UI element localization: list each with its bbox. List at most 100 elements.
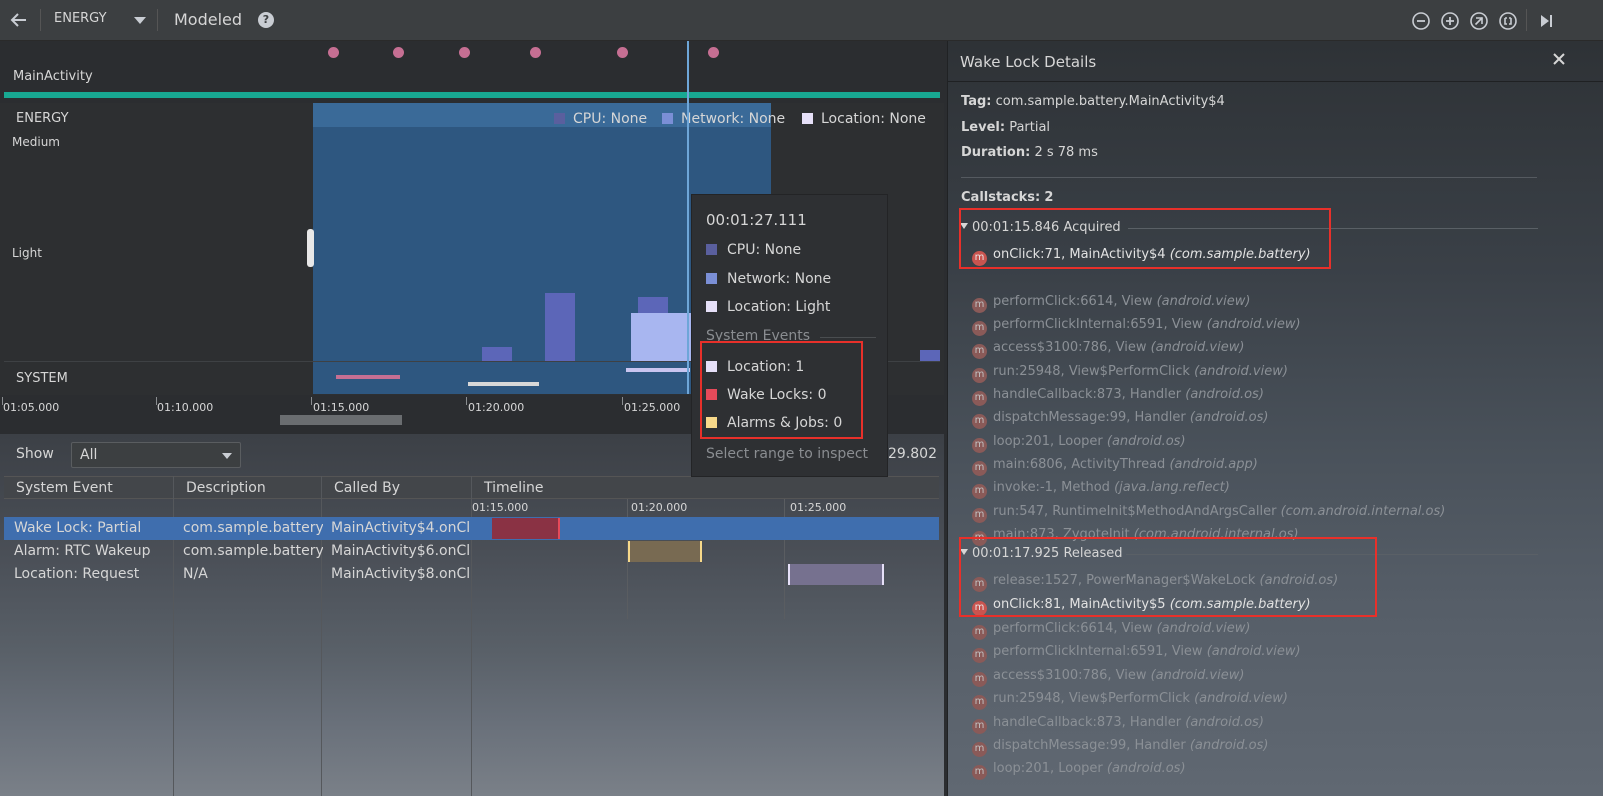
frame-method: invoke:-1, Method [993,480,1110,495]
show-filter-select[interactable]: All [71,442,241,468]
frame-package: (android.app) [1169,457,1258,472]
back-arrow-icon[interactable] [8,9,30,31]
stack-frame[interactable]: m dispatchMessage:99, Handler (android.os… [972,410,1268,429]
tooltip-network-label: Network: None [727,271,832,287]
stack-frame[interactable]: m run:547, RuntimeInit$MethodAndArgsCalle… [972,504,1445,523]
method-icon: m [972,508,987,523]
method-icon: m [972,344,987,359]
cell-description: com.sample.battery [183,543,323,559]
selection-handle[interactable] [307,229,314,267]
detail-level: Level: Partial [961,120,1050,135]
stack-frame[interactable]: m performClickInternal:6591, View (androi… [972,317,1301,336]
detail-callstacks-label: Callstacks: [961,190,1041,205]
profiler-selector[interactable]: ENERGY [54,11,107,26]
table-row[interactable]: Location: Request N/A MainActivity$8.onC… [4,563,939,586]
alarm-system-event[interactable] [336,375,400,379]
timeline-ruler: 01:15.000 01:20.000 01:25.000 [471,499,939,619]
frame-package: (android.os) [1189,410,1269,425]
column-header-system-event[interactable]: System Event [16,480,113,496]
show-label: Show [16,446,54,462]
frame-package: (android.os) [1185,387,1264,402]
frame-method: run:25948, View$PerformClick [993,691,1190,706]
cell-called-by: MainActivity$4.onClick [331,520,471,536]
cell-system-event: Wake Lock: Partial [14,520,142,536]
detail-tag: Tag: com.sample.battery.MainActivity$4 [961,94,1225,109]
frame-package: (android.os) [1185,715,1264,730]
table-row[interactable]: Wake Lock: Partial com.sample.battery...… [4,517,939,540]
frame-method: main:6806, ActivityThread [993,457,1166,472]
tooltip-divider [820,337,876,338]
user-event-dot[interactable] [617,47,628,58]
frame-package: (com.android.internal.os) [1280,504,1446,519]
legend-cpu-label: CPU: None [573,111,648,127]
stack-frame[interactable]: m dispatchMessage:99, Handler (android.os… [972,738,1268,757]
range-end-time: 29.802 [888,446,937,462]
method-icon: m [972,461,987,476]
legend-network-label: Network: None [681,111,786,127]
stack-frame[interactable]: m main:6806, ActivityThread (android.app) [972,457,1258,476]
zoom-out-icon[interactable] [1411,11,1431,31]
location-system-event[interactable] [626,368,690,372]
user-event-dot[interactable] [393,47,404,58]
cell-description: com.sample.battery.... [183,520,323,536]
stack-frame[interactable]: m run:25948, View$PerformClick (android.v… [972,364,1288,383]
close-icon[interactable] [1552,52,1566,66]
cell-called-by: MainActivity$8.onClick [331,566,471,582]
detail-tag-label: Tag: [961,94,992,109]
toolbar-divider [157,9,158,31]
frame-package: (android.view) [1194,691,1288,706]
wakelock-system-event[interactable] [468,382,539,386]
user-event-dot[interactable] [708,47,719,58]
stack-frame[interactable]: m performClick:6614, View (android.view) [972,294,1250,313]
timeline-ruler-label: 01:20.000 [631,501,688,514]
cpu-swatch-icon [706,244,717,255]
wakelock-duration-bar[interactable] [492,518,560,539]
frame-package: (java.lang.reflect) [1114,480,1230,495]
stack-frame[interactable]: m loop:201, Looper (android.os) [972,434,1186,453]
legend-location: Location: None [802,111,926,127]
stack-frame[interactable]: m loop:201, Looper (android.os) [972,761,1186,780]
stack-frame[interactable]: m handleCallback:873, Handler (android.os… [972,387,1264,406]
help-icon[interactable]: ? [258,12,274,28]
frame-package: (android.view) [1150,340,1245,355]
frame-method: access$3100:786, View [993,340,1147,355]
zoom-to-selection-icon[interactable] [1498,11,1518,31]
energy-bar [920,350,940,361]
chevron-down-icon[interactable] [134,17,146,24]
highlight-box-released [959,537,1377,617]
method-icon: m [972,391,987,406]
method-icon: m [972,484,987,499]
stack-frame[interactable]: m handleCallback:873, Handler (android.os… [972,715,1264,734]
activity-lifetime-bar[interactable] [4,92,940,98]
stack-frame[interactable]: m access$3100:786, View (android.view) [972,668,1244,687]
ruler-label: 01:25.000 [624,401,681,414]
timeline-scrollbar[interactable] [280,415,402,425]
stack-frame[interactable]: m access$3100:786, View (android.view) [972,340,1244,359]
stack-frame[interactable]: m performClickInternal:6591, View (androi… [972,644,1301,663]
reset-zoom-icon[interactable] [1469,11,1489,31]
stack-frame[interactable]: m run:25948, View$PerformClick (android.v… [972,691,1288,710]
ruler-label: 01:15.000 [313,401,370,414]
user-event-dot[interactable] [530,47,541,58]
frame-package: (android.os) [1106,434,1186,449]
detail-callstacks-value: 2 [1044,190,1054,205]
alarm-duration-bar[interactable] [628,541,702,562]
method-icon: m [972,765,987,780]
column-header-called-by[interactable]: Called By [334,480,400,496]
wake-lock-details-panel: Wake Lock Details Tag: com.sample.batter… [947,41,1603,796]
ruler-tick [466,397,467,405]
user-event-dot[interactable] [328,47,339,58]
location-duration-bar[interactable] [788,564,884,585]
show-filter-value: All [80,447,98,463]
details-title: Wake Lock Details [960,53,1097,71]
column-header-description[interactable]: Description [186,480,266,496]
zoom-in-icon[interactable] [1440,11,1460,31]
go-live-icon[interactable] [1536,11,1556,31]
cell-called-by: MainActivity$6.onClick [331,543,471,559]
frame-method: access$3100:786, View [993,668,1147,683]
column-header-timeline[interactable]: Timeline [484,480,544,496]
table-row[interactable]: Alarm: RTC Wakeup com.sample.battery Mai… [4,540,939,563]
stack-frame[interactable]: m invoke:-1, Method (java.lang.reflect) [972,480,1230,499]
user-event-dot[interactable] [459,47,470,58]
stack-frame[interactable]: m performClick:6614, View (android.view) [972,621,1250,640]
